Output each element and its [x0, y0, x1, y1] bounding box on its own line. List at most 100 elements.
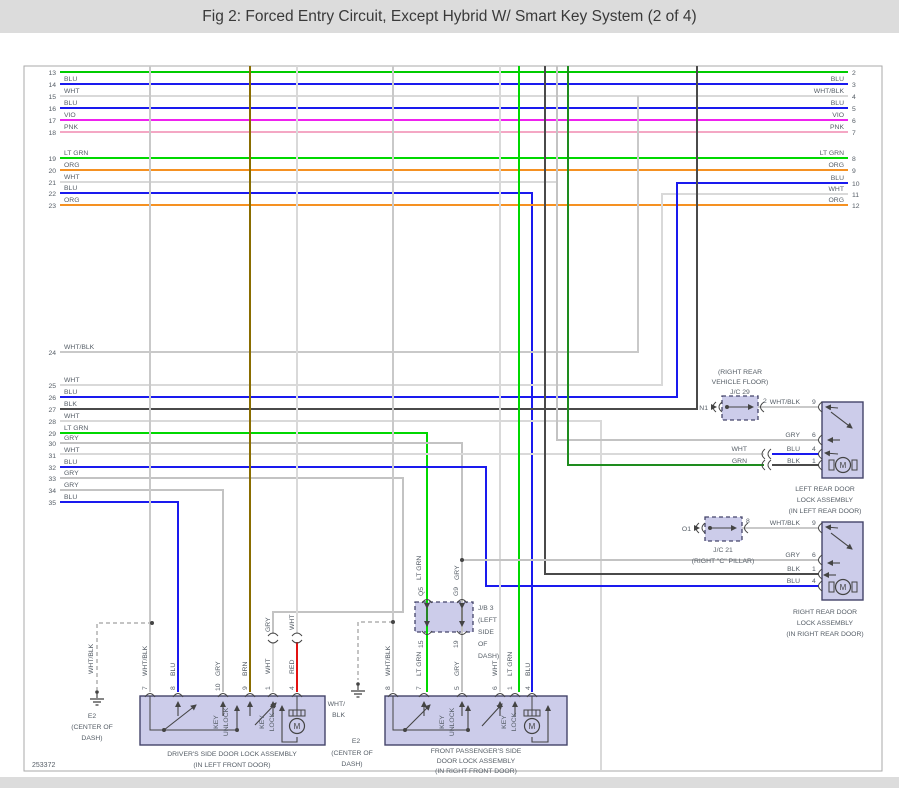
diagram-label: BLU: [64, 100, 77, 107]
diagram-label: 15: [418, 640, 425, 648]
diagram-label: BLU: [64, 76, 77, 83]
diagram-label: 22: [48, 191, 56, 198]
diagram-label: GRY: [785, 552, 800, 559]
diagram-label: DRIVER'S SIDE DOOR LOCK ASSEMBLY: [167, 751, 297, 758]
diagram-label: 15: [48, 94, 56, 101]
diagram-label: 4: [525, 686, 532, 690]
jb3-box: [414, 601, 474, 633]
diagram-label: G9: [453, 587, 460, 596]
diagram-label: BLK: [64, 401, 77, 408]
diagram-label: (CENTER OF: [331, 750, 373, 757]
diagram-label: WHT: [265, 659, 272, 674]
diagram-label: 32: [48, 465, 56, 472]
diagram-label: 16: [48, 106, 56, 113]
diagram-label: 8: [852, 156, 856, 163]
diagram-label: GRY: [64, 470, 79, 477]
diagram-label: WHT/BLK: [770, 520, 801, 527]
diagram-label: VIO: [832, 112, 844, 119]
diagram-label: UNLOCK: [223, 707, 230, 736]
diagram-label: ORG: [64, 162, 79, 169]
diagram-label: (RIGHT REAR: [718, 369, 762, 376]
diagram-label: E2: [352, 738, 361, 745]
diagram-label: BRN: [242, 662, 249, 676]
diagram-label: 8: [385, 686, 392, 690]
diagram-label: 12: [852, 203, 860, 210]
diagram-label: DASH): [478, 653, 499, 660]
diagram-label: 9: [242, 686, 249, 690]
diagram-label: LOCK ASSEMBLY: [797, 620, 854, 627]
diagram-label: 5: [852, 106, 856, 113]
drop-gry-leftrear: [556, 66, 819, 441]
diagram-label: (CENTER OF: [71, 724, 113, 731]
diagram-label: LT GRN: [820, 150, 844, 157]
diagram-label: BLU: [831, 100, 844, 107]
diagram-label: Q5: [418, 587, 425, 596]
diagram-label: WHT/BLK: [814, 88, 845, 95]
junction-dot: [150, 621, 154, 625]
diagram-label: 11: [852, 192, 859, 199]
junction-dot: [460, 558, 464, 562]
junction-dot: [725, 405, 729, 409]
diagram-label: LOCK ASSEMBLY: [797, 497, 854, 504]
diagram-label: VEHICLE FLOOR): [712, 379, 769, 386]
diagram-label: GRY: [64, 435, 79, 442]
junction-dot: [403, 728, 407, 732]
diagram-label: WHT: [64, 377, 79, 384]
diagram-label: BLU: [64, 389, 77, 396]
diagram-label: 3: [852, 82, 856, 89]
diagram-label: 27: [48, 407, 56, 414]
diagram-label: 17: [48, 118, 56, 125]
diagram-label: 8: [170, 686, 177, 690]
diagram-label: 29: [48, 431, 56, 438]
diagram-label: 10: [215, 683, 222, 691]
diagram-label: 6: [812, 552, 816, 559]
diagram-label: BLU: [787, 578, 800, 585]
diagram-label: OF: [478, 641, 487, 648]
diagram-label: ORG: [64, 197, 79, 204]
diagram-label: KEY: [439, 715, 446, 729]
diagram-label: WHT/: [328, 701, 345, 708]
diagram-label: 4: [852, 94, 856, 101]
diagram-label: 7: [416, 686, 423, 690]
diagram-label: BLK: [332, 712, 345, 719]
junction-dot: [391, 620, 395, 624]
diagram-label: 21: [48, 180, 56, 187]
diagram-label: 30: [48, 441, 56, 448]
diagram-label: J/C 21: [713, 547, 733, 554]
diagram-label: GRY: [64, 482, 79, 489]
diagram-label: BLU: [831, 76, 844, 83]
diagram-label: 5: [454, 686, 461, 690]
component-boxes: [23, 65, 883, 772]
diagram-label: 28: [48, 419, 56, 426]
diagram-label: 1: [265, 686, 272, 690]
diagram-label: GRN: [732, 458, 747, 465]
diagram-label: WHT/BLK: [142, 645, 149, 676]
diagram-label: LOCK: [269, 712, 276, 731]
diagram-label: 14: [48, 82, 56, 89]
wiring-diagram: M MMM 25337213141516171819202122232425262…: [23, 65, 883, 775]
diagram-label: LT GRN: [416, 652, 423, 676]
diagram-label: (RIGHT "C" PILLAR): [692, 558, 754, 565]
diagram-label: BLK: [787, 566, 800, 573]
diagram-label: 35: [48, 500, 56, 507]
diagram-label: WHT/BLK: [385, 645, 392, 676]
diagram-label: (IN LEFT FRONT DOOR): [193, 762, 270, 769]
diagram-label: WHT: [64, 174, 79, 181]
diagram-label: J/C 29: [730, 389, 750, 396]
diagram-label: 1: [812, 566, 816, 573]
junction-dot: [466, 728, 470, 732]
diagram-label: LT GRN: [507, 652, 514, 676]
diagram-label: GRY: [265, 617, 272, 632]
bottom-strip: [0, 777, 899, 788]
motor-label: M: [840, 461, 847, 470]
diagram-label: KEY: [213, 715, 220, 729]
diagram-label: 31: [48, 453, 56, 460]
diagram-label: ORG: [829, 162, 844, 169]
diagram-label: BLU: [64, 494, 77, 501]
diagram-label: WHT/BLK: [770, 399, 801, 406]
diagram-label: DASH): [341, 761, 362, 768]
diagram-label: RED: [289, 660, 296, 674]
diagram-label: (IN RIGHT FRONT DOOR): [435, 768, 517, 775]
inline-connector-icon: [267, 632, 279, 644]
diagram-label: WHT/BLK: [88, 643, 95, 674]
